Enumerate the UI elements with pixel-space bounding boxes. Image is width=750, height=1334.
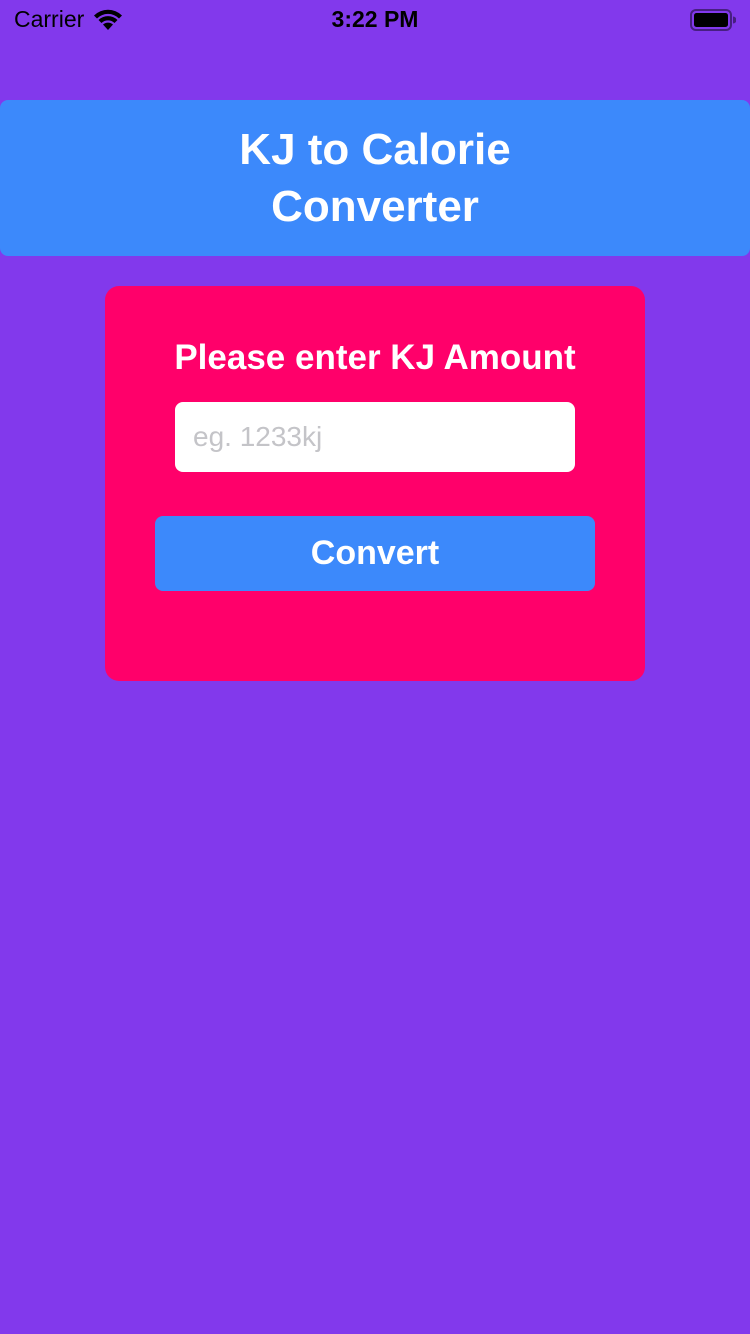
converter-card: Please enter KJ Amount Convert [105, 286, 645, 681]
header-banner: KJ to Calorie Converter [0, 100, 750, 256]
convert-button[interactable]: Convert [155, 516, 595, 591]
kj-amount-label: Please enter KJ Amount [174, 338, 576, 377]
battery-icon [690, 9, 736, 31]
status-bar: Carrier 3:22 PM [0, 0, 750, 40]
status-time: 3:22 PM [331, 6, 419, 32]
page-title: KJ to Calorie Converter [239, 125, 511, 231]
kj-amount-input[interactable] [175, 402, 575, 472]
